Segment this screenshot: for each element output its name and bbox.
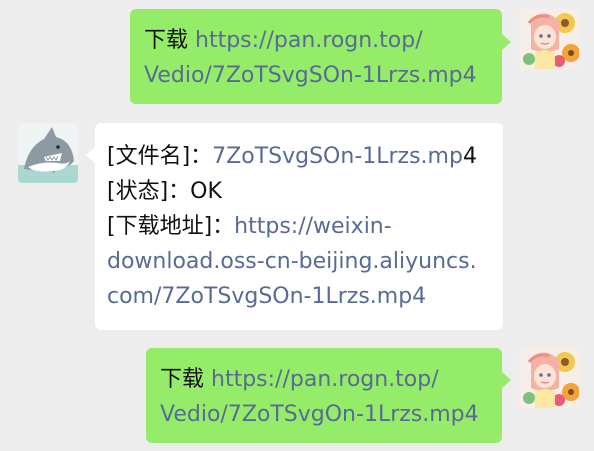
message-bubble-outgoing[interactable]: 下载 https://pan.rogn.top/ Vedio/7ZoTSvgSO…	[130, 9, 502, 104]
message-prefix: 下载	[144, 28, 189, 53]
filename-tail: 4	[462, 144, 477, 169]
download-link[interactable]: https://weixin-	[234, 214, 392, 239]
message-prefix: 下载	[160, 367, 205, 392]
bubble-tail	[502, 372, 511, 388]
message-link-continued[interactable]: Vedio/7ZoTSvgOn-1Lrzs.mp4	[160, 397, 488, 432]
download-link-continued[interactable]: download.oss-cn-beijing.aliyuncs.	[107, 244, 491, 279]
download-link-continued[interactable]: com/7ZoTSvgSOn-1Lrzs.mp4	[107, 279, 491, 314]
message-bubble-outgoing[interactable]: 下载 https://pan.rogn.top/ Vedio/7ZoTSvgOn…	[146, 348, 502, 443]
bubble-tail	[86, 147, 95, 163]
filename-link[interactable]: 7ZoTSvgSOn-1Lrzs.mp	[212, 144, 463, 169]
user-avatar-icon[interactable]	[519, 348, 579, 408]
bubble-tail	[502, 34, 511, 50]
user-avatar-icon[interactable]	[519, 9, 579, 69]
status-label: [状态]：	[107, 179, 191, 204]
message-link-continued[interactable]: Vedio/7ZoTSvgSOn-1Lrzs.mp4	[144, 58, 488, 93]
status-value: OK	[190, 179, 222, 204]
shark-avatar-icon[interactable]	[18, 123, 78, 183]
message-bubble-incoming[interactable]: [文件名]：7ZoTSvgSOn-1Lrzs.mp4 [状态]：OK [下载地址…	[95, 123, 503, 330]
filename-label: [文件名]：	[107, 144, 213, 169]
message-link[interactable]: https://pan.rogn.top/	[195, 28, 423, 53]
download-label: [下载地址]：	[107, 214, 235, 239]
message-link[interactable]: https://pan.rogn.top/	[211, 367, 439, 392]
